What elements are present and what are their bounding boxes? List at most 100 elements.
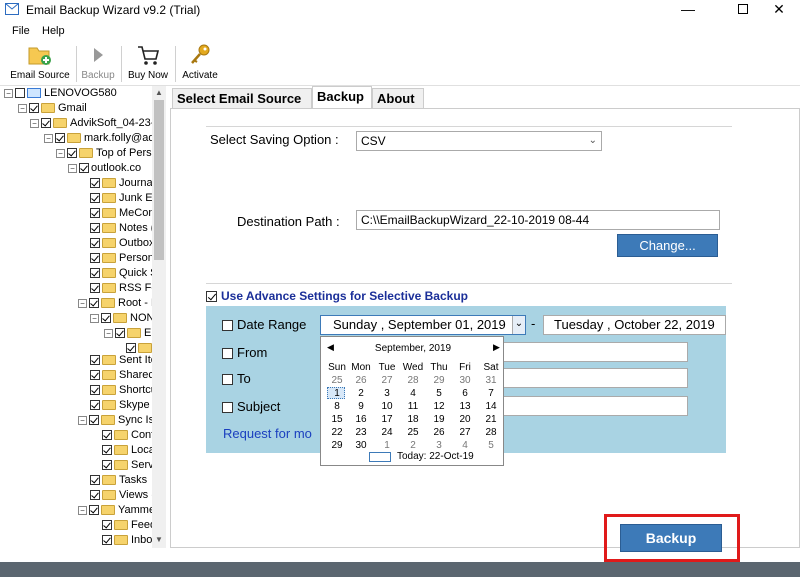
calendar-day[interactable]: 29 (325, 440, 349, 451)
tree-checkbox[interactable] (90, 223, 100, 234)
tree-node[interactable]: Views ( (90, 488, 155, 503)
tree-node[interactable]: − Yamme (78, 503, 155, 518)
collapse-icon[interactable]: − (68, 163, 77, 173)
tree-checkbox[interactable] (89, 505, 99, 516)
tree-checkbox[interactable] (102, 430, 112, 441)
tree-checkbox[interactable] (89, 415, 99, 426)
minimize-button[interactable]: — (665, 0, 711, 20)
calendar-today[interactable]: Today: 22-Oct-19 (397, 451, 474, 462)
tree-node[interactable]: Serv (102, 458, 154, 473)
calendar-day[interactable]: 2 (349, 388, 373, 399)
calendar-day[interactable]: 10 (375, 401, 399, 412)
from-input[interactable] (500, 342, 688, 362)
tree-checkbox[interactable] (90, 355, 100, 366)
calendar-day[interactable]: 23 (349, 427, 373, 438)
tree-node[interactable]: Sent Ite (90, 353, 157, 368)
tree-checkbox[interactable] (102, 460, 112, 471)
tree-checkbox[interactable] (15, 88, 25, 99)
calendar-day[interactable]: 27 (453, 427, 477, 438)
saving-option-select[interactable]: CSV ⌄ (356, 131, 602, 151)
calendar-day[interactable]: 5 (479, 440, 503, 451)
tree-checkbox[interactable] (90, 370, 100, 381)
tab-select-email-source[interactable]: Select Email Source (172, 88, 312, 108)
tree-node[interactable]: − AdvikSoft_04-23-2 (30, 116, 161, 131)
request-more-link[interactable]: Request for mo (223, 426, 312, 441)
tree-node[interactable]: − Top of Perso (56, 146, 158, 161)
scroll-down-icon[interactable]: ▼ (155, 535, 163, 544)
calendar-day[interactable]: 31 (479, 375, 503, 386)
collapse-icon[interactable]: − (90, 313, 99, 323)
menu-file[interactable]: File (12, 25, 30, 37)
from-option[interactable]: From (222, 345, 267, 360)
tree-checkbox[interactable] (29, 103, 39, 114)
calendar-day[interactable]: 17 (375, 414, 399, 425)
tree-checkbox[interactable] (102, 535, 112, 546)
calendar-day[interactable]: 16 (349, 414, 373, 425)
tree-checkbox[interactable] (90, 490, 100, 501)
calendar-day[interactable]: 22 (325, 427, 349, 438)
tree-node[interactable]: RSS Fe (90, 281, 158, 296)
tree-checkbox[interactable] (90, 208, 100, 219)
to-checkbox[interactable] (222, 374, 233, 386)
tree-node[interactable]: − LENOVOG580 (4, 86, 117, 101)
date-range-checkbox[interactable] (222, 320, 233, 332)
backup-tool-button[interactable]: Backup (80, 42, 116, 81)
calendar-day[interactable]: 13 (453, 401, 477, 412)
calendar-day[interactable]: 14 (479, 401, 503, 412)
change-button[interactable]: Change... (617, 234, 718, 257)
tree-node[interactable]: Tasks (90, 473, 147, 488)
tree-node[interactable]: Loca (102, 443, 155, 458)
subject-input[interactable] (500, 396, 688, 416)
tree-node[interactable]: Quick S (90, 266, 158, 281)
tree-checkbox[interactable] (79, 163, 89, 174)
calendar-day[interactable]: 1 (375, 440, 399, 451)
tree-node[interactable]: − Sync Is (78, 413, 154, 428)
tree-node[interactable]: Feed (102, 518, 156, 533)
calendar-day[interactable]: 7 (479, 388, 503, 399)
tree-checkbox[interactable] (90, 253, 100, 264)
scroll-up-icon[interactable]: ▲ (155, 88, 163, 97)
calendar-day[interactable]: 1 (325, 388, 349, 399)
tree-checkbox[interactable] (102, 520, 112, 531)
from-checkbox[interactable] (222, 348, 233, 360)
calendar-day[interactable]: 12 (427, 401, 451, 412)
calendar-day[interactable]: 8 (325, 401, 349, 412)
tree-checkbox[interactable] (90, 475, 100, 486)
tree-checkbox[interactable] (102, 445, 112, 456)
calendar-day[interactable]: 25 (325, 375, 349, 386)
tree-node[interactable]: Notes ( (90, 221, 154, 236)
calendar-day[interactable]: 21 (479, 414, 503, 425)
date-to-picker[interactable]: Tuesday , October 22, 2019 (543, 315, 726, 335)
calendar-day[interactable]: 3 (375, 388, 399, 399)
tree-checkbox[interactable] (55, 133, 65, 144)
menu-help[interactable]: Help (42, 25, 65, 37)
subject-option[interactable]: Subject (222, 399, 280, 414)
collapse-icon[interactable]: − (78, 505, 87, 515)
tree-checkbox[interactable] (90, 178, 100, 189)
calendar-day[interactable]: 6 (453, 388, 477, 399)
calendar-day[interactable]: 5 (427, 388, 451, 399)
calendar-day[interactable]: 26 (427, 427, 451, 438)
calendar-day[interactable]: 20 (453, 414, 477, 425)
tree-node[interactable]: − outlook.co (68, 161, 141, 176)
tree-node[interactable]: Outbox (90, 236, 154, 251)
tree-checkbox[interactable] (90, 400, 100, 411)
tab-about[interactable]: About (372, 88, 424, 108)
tree-node[interactable]: − Root - F (78, 296, 158, 311)
tree-checkbox[interactable] (90, 238, 100, 249)
tree-node[interactable]: Junk Er (90, 191, 156, 206)
collapse-icon[interactable]: − (104, 328, 113, 338)
calendar-day[interactable]: 26 (349, 375, 373, 386)
scrollbar-thumb[interactable] (154, 100, 164, 260)
calendar-day[interactable]: 27 (375, 375, 399, 386)
activate-button[interactable]: Activate (180, 42, 220, 81)
calendar-day[interactable]: 15 (325, 414, 349, 425)
to-input[interactable] (500, 368, 688, 388)
calendar-day[interactable]: 2 (401, 440, 425, 451)
calendar-day[interactable]: 28 (401, 375, 425, 386)
calendar-day[interactable]: 19 (427, 414, 451, 425)
tree-checkbox[interactable] (115, 328, 125, 339)
tree-node[interactable]: − Gmail (18, 101, 87, 116)
collapse-icon[interactable]: − (78, 298, 87, 308)
tree-checkbox[interactable] (90, 193, 100, 204)
